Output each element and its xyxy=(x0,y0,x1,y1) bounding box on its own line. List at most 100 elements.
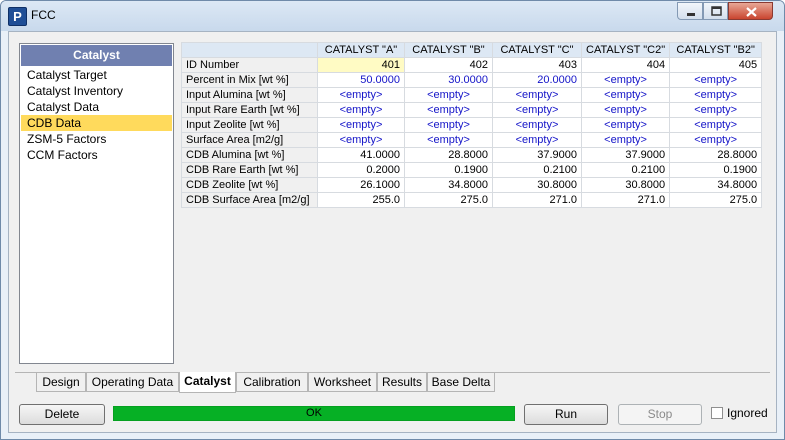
tab-calibration[interactable]: Calibration xyxy=(236,373,308,392)
maximize-icon xyxy=(711,6,722,16)
grid-cell[interactable]: <empty> xyxy=(317,87,405,103)
column-header[interactable]: CATALYST "A" xyxy=(317,42,405,58)
cdb-data-grid: CATALYST "A" CATALYST "B" CATALYST "C" CATA… xyxy=(181,42,763,208)
maximize-button[interactable] xyxy=(703,2,728,20)
grid-cell[interactable]: <empty> xyxy=(580,72,671,88)
minimize-button[interactable] xyxy=(677,2,703,20)
grid-cell[interactable]: 30.8000 xyxy=(580,177,671,193)
stop-button[interactable]: Stop xyxy=(618,404,702,425)
column-header[interactable]: CATALYST "C2" xyxy=(580,42,671,58)
table-row: Input Zeolite [wt %] <empty> <empty> <empty… xyxy=(181,117,763,133)
row-label: CDB Alumina [wt %] xyxy=(181,147,318,163)
grid-cell[interactable]: <empty> xyxy=(317,102,405,118)
grid-cell[interactable]: <empty> xyxy=(669,87,763,103)
grid-cell[interactable]: 28.8000 xyxy=(404,147,493,163)
client-area: Catalyst Catalyst Target Catalyst Invento… xyxy=(8,31,777,433)
table-row: CDB Surface Area [m2/g] 255.0 275.0 271.0 27… xyxy=(181,192,763,208)
grid-cell[interactable]: 37.9000 xyxy=(492,147,582,163)
grid-cell[interactable]: 402 xyxy=(404,57,493,73)
sidebar-item-zsm-5-factors[interactable]: ZSM-5 Factors xyxy=(21,131,172,147)
table-row: Surface Area [m2/g] <empty> <empty> <empty>… xyxy=(181,132,763,148)
table-row: Input Rare Earth [wt %] <empty> <empty> <em… xyxy=(181,102,763,118)
sidebar-item-cdb-data[interactable]: CDB Data xyxy=(21,115,172,131)
sidebar-list: Catalyst Target Catalyst Inventory Catalys… xyxy=(20,67,173,163)
grid-cell[interactable]: <empty> xyxy=(669,72,763,88)
sidebar-header: Catalyst xyxy=(21,45,172,66)
grid-corner xyxy=(181,42,318,58)
tab-catalyst[interactable]: Catalyst xyxy=(179,372,236,393)
grid-cell[interactable]: 275.0 xyxy=(404,192,493,208)
grid-cell[interactable]: 20.0000 xyxy=(492,72,582,88)
tab-operating-data[interactable]: Operating Data xyxy=(86,373,179,392)
column-header[interactable]: CATALYST "B" xyxy=(404,42,493,58)
grid-cell[interactable]: 30.0000 xyxy=(404,72,493,88)
grid-cell[interactable]: <empty> xyxy=(404,87,493,103)
grid-cell[interactable]: <empty> xyxy=(317,117,405,133)
table-row: CDB Alumina [wt %] 41.0000 28.8000 37.9000 3… xyxy=(181,147,763,163)
row-label: Percent in Mix [wt %] xyxy=(181,72,318,88)
grid-cell[interactable]: <empty> xyxy=(492,117,582,133)
tab-base-delta[interactable]: Base Delta xyxy=(427,373,495,392)
grid-cell[interactable]: 271.0 xyxy=(492,192,582,208)
grid-cell[interactable]: 50.0000 xyxy=(317,72,405,88)
row-label: ID Number xyxy=(181,57,318,73)
table-row: ID Number 401 402 403 404 405 xyxy=(181,57,763,73)
tab-worksheet[interactable]: Worksheet xyxy=(308,373,377,392)
title-bar[interactable]: P FCC xyxy=(1,1,784,31)
window-title: FCC xyxy=(31,8,56,22)
tab-results[interactable]: Results xyxy=(377,373,427,392)
grid-cell[interactable]: 275.0 xyxy=(669,192,763,208)
sidebar-item-ccm-factors[interactable]: CCM Factors xyxy=(21,147,172,163)
grid-cell[interactable]: <empty> xyxy=(492,132,582,148)
grid-cell[interactable]: <empty> xyxy=(669,132,763,148)
delete-button[interactable]: Delete xyxy=(19,404,105,425)
close-button[interactable] xyxy=(728,2,773,20)
grid-cell[interactable]: <empty> xyxy=(404,132,493,148)
table-row: Input Alumina [wt %] <empty> <empty> <empty… xyxy=(181,87,763,103)
grid-cell[interactable]: 271.0 xyxy=(580,192,671,208)
grid-cell[interactable]: 255.0 xyxy=(317,192,405,208)
sidebar-item-catalyst-data[interactable]: Catalyst Data xyxy=(21,99,172,115)
grid-cell[interactable]: <empty> xyxy=(404,117,493,133)
grid-cell[interactable]: 405 xyxy=(669,57,763,73)
grid-cell[interactable]: <empty> xyxy=(580,132,671,148)
column-header[interactable]: CATALYST "C" xyxy=(492,42,582,58)
row-label: CDB Surface Area [m2/g] xyxy=(181,192,318,208)
grid-cell[interactable]: <empty> xyxy=(317,132,405,148)
column-header[interactable]: CATALYST "B2" xyxy=(669,42,763,58)
grid-cell[interactable]: 30.8000 xyxy=(492,177,582,193)
grid-cell[interactable]: 41.0000 xyxy=(317,147,405,163)
tab-design[interactable]: Design xyxy=(36,373,86,392)
grid-cell[interactable]: 403 xyxy=(492,57,582,73)
grid-cell[interactable]: 401 xyxy=(317,57,405,73)
grid-cell[interactable]: 404 xyxy=(580,57,671,73)
grid-cell[interactable]: <empty> xyxy=(669,117,763,133)
run-button[interactable]: Run xyxy=(524,404,608,425)
sidebar-item-catalyst-inventory[interactable]: Catalyst Inventory xyxy=(21,83,172,99)
grid-cell[interactable]: 34.8000 xyxy=(669,177,763,193)
grid-cell[interactable]: 0.2100 xyxy=(492,162,582,178)
ignored-label: Ignored xyxy=(727,406,768,420)
grid-cell[interactable]: 0.1900 xyxy=(404,162,493,178)
grid-cell[interactable]: <empty> xyxy=(580,87,671,103)
grid-cell[interactable]: 0.1900 xyxy=(669,162,763,178)
grid-cell[interactable]: <empty> xyxy=(580,117,671,133)
grid-cell[interactable]: 34.8000 xyxy=(404,177,493,193)
row-label: Input Rare Earth [wt %] xyxy=(181,102,318,118)
grid-cell[interactable]: <empty> xyxy=(580,102,671,118)
grid-cell[interactable]: 28.8000 xyxy=(669,147,763,163)
grid-cell[interactable]: <empty> xyxy=(669,102,763,118)
ignored-checkbox[interactable] xyxy=(711,407,723,419)
grid-cell[interactable]: 37.9000 xyxy=(580,147,671,163)
grid-cell[interactable]: 0.2000 xyxy=(317,162,405,178)
fcc-window: P FCC Catalyst Catalyst Target Catalyst I… xyxy=(0,0,785,440)
grid-cell[interactable]: <empty> xyxy=(492,102,582,118)
close-icon xyxy=(746,7,757,17)
grid-cell[interactable]: 26.1000 xyxy=(317,177,405,193)
grid-cell[interactable]: <empty> xyxy=(492,87,582,103)
sidebar-item-catalyst-target[interactable]: Catalyst Target xyxy=(21,67,172,83)
row-label: CDB Rare Earth [wt %] xyxy=(181,162,318,178)
grid-cell[interactable]: 0.2100 xyxy=(580,162,671,178)
grid-cell[interactable]: <empty> xyxy=(404,102,493,118)
table-row: CDB Rare Earth [wt %] 0.2000 0.1900 0.2100 0… xyxy=(181,162,763,178)
